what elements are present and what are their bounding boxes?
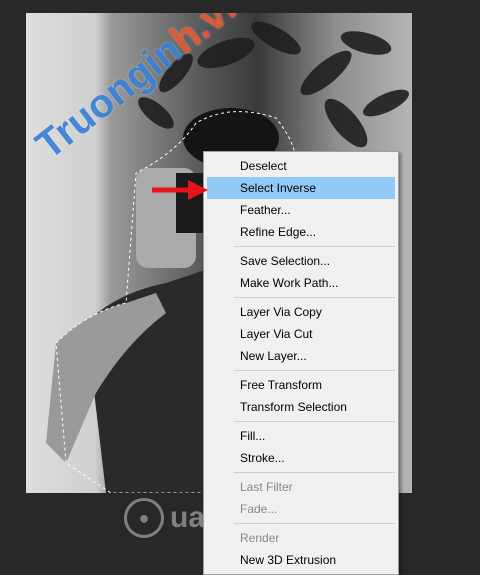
menu-item-layer-via-copy[interactable]: Layer Via Copy — [207, 301, 395, 323]
menu-separator — [234, 370, 395, 371]
menu-item-select-inverse[interactable]: Select Inverse — [207, 177, 395, 199]
menu-separator — [234, 523, 395, 524]
menu-separator — [234, 421, 395, 422]
menu-item-transform-selection[interactable]: Transform Selection — [207, 396, 395, 418]
arrow-pointer-icon — [152, 180, 208, 200]
menu-separator — [234, 297, 395, 298]
menu-item-new-layer[interactable]: New Layer... — [207, 345, 395, 367]
menu-item-deselect[interactable]: Deselect — [207, 155, 395, 177]
menu-item-free-transform[interactable]: Free Transform — [207, 374, 395, 396]
menu-item-new-3d-extrusion[interactable]: New 3D Extrusion — [207, 549, 395, 571]
menu-separator — [234, 472, 395, 473]
context-menu: Deselect Select Inverse Feather... Refin… — [203, 151, 399, 575]
lightbulb-icon: ● — [124, 498, 164, 538]
menu-item-fade: Fade... — [240, 502, 278, 516]
menu-separator — [234, 246, 395, 247]
menu-item-make-work-path[interactable]: Make Work Path... — [207, 272, 395, 294]
menu-item-layer-via-cut[interactable]: Layer Via Cut — [207, 323, 395, 345]
menu-item-render: Render — [240, 531, 280, 545]
menu-item-refine-edge[interactable]: Refine Edge... — [207, 221, 395, 243]
menu-item-stroke[interactable]: Stroke... — [207, 447, 395, 469]
menu-item-save-selection[interactable]: Save Selection... — [207, 250, 395, 272]
menu-item-feather[interactable]: Feather... — [207, 199, 395, 221]
menu-item-fill[interactable]: Fill... — [207, 425, 395, 447]
menu-item-last-filter: Last Filter — [240, 480, 293, 494]
